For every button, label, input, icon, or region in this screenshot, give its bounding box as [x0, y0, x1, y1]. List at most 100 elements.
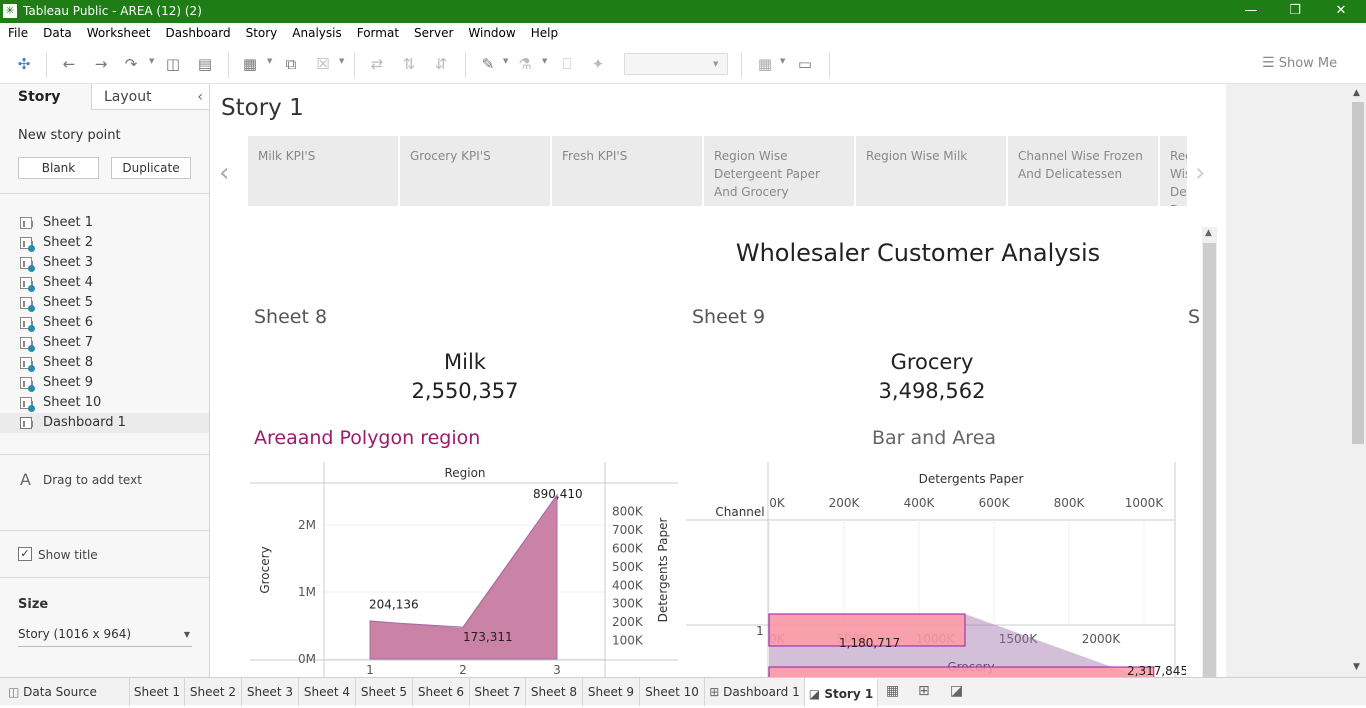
- duplicate-button[interactable]: Duplicate: [111, 157, 191, 179]
- scroll-thumb[interactable]: [1203, 243, 1216, 677]
- tab-sheet-5[interactable]: Sheet 5: [356, 678, 413, 706]
- bar-mark[interactable]: [768, 666, 1155, 677]
- sort-ascending-icon[interactable]: ⇅: [398, 54, 420, 74]
- tab-sheet-4[interactable]: Sheet 4: [299, 678, 356, 706]
- menu-worksheet[interactable]: Worksheet: [79, 23, 158, 40]
- new-data-source-icon[interactable]: ▤: [194, 54, 216, 74]
- next-story-point-icon[interactable]: ›: [1195, 158, 1205, 188]
- new-worksheet-dropdown-icon[interactable]: ▼: [267, 57, 272, 65]
- undo-icon[interactable]: ←: [58, 54, 80, 74]
- dashboard-scrollbar[interactable]: ▲: [1202, 227, 1217, 677]
- sheet-item-label: Sheet 10: [43, 395, 102, 410]
- story-point-5[interactable]: Region Wise Milk: [856, 136, 1006, 206]
- story-point-3[interactable]: Fresh KPI'S: [552, 136, 702, 206]
- size-dropdown[interactable]: Story (1016 x 964) ▼: [18, 627, 192, 647]
- tab-sheet-2[interactable]: Sheet 2: [185, 678, 242, 706]
- sheet-item-4[interactable]: Sheet 4: [0, 273, 209, 293]
- duplicate-sheet-icon[interactable]: ⧉: [280, 54, 302, 74]
- show-cards-dropdown-icon[interactable]: ▼: [780, 57, 785, 65]
- sheet-item-9[interactable]: Sheet 9: [0, 373, 209, 393]
- replay-dropdown-icon[interactable]: ▼: [149, 57, 154, 65]
- fit-dropdown[interactable]: ▼: [624, 53, 728, 75]
- presentation-mode-icon[interactable]: ▭: [794, 54, 816, 74]
- highlight-dropdown-icon[interactable]: ▼: [503, 57, 508, 65]
- labels-icon[interactable]: ⎕: [556, 54, 578, 74]
- tab-sheet-6[interactable]: Sheet 6: [413, 678, 470, 706]
- sheet-item-8[interactable]: Sheet 8: [0, 353, 209, 373]
- collapse-panel-icon[interactable]: ‹: [197, 84, 203, 110]
- sheet-item-10[interactable]: Sheet 10: [0, 393, 209, 413]
- menu-format[interactable]: Format: [349, 23, 406, 40]
- tab-data-source[interactable]: ◫ Data Source: [0, 678, 130, 706]
- sheet-item-1[interactable]: Sheet 1: [0, 213, 209, 233]
- redo-icon[interactable]: →: [90, 54, 112, 74]
- new-worksheet-tab-icon[interactable]: ▦: [886, 683, 899, 699]
- scroll-down-icon[interactable]: ▼: [1353, 662, 1360, 672]
- blank-button[interactable]: Blank: [18, 157, 99, 179]
- clear-sheet-icon[interactable]: ☒: [312, 54, 334, 74]
- sheet-item-label: Sheet 5: [43, 295, 93, 310]
- restore-icon[interactable]: ❐: [1272, 0, 1318, 23]
- tab-layout[interactable]: Layout ‹: [92, 84, 209, 110]
- sheet-item-3[interactable]: Sheet 3: [0, 253, 209, 273]
- scroll-thumb[interactable]: [1352, 102, 1364, 444]
- sort-descending-icon[interactable]: ⇵: [430, 54, 452, 74]
- story-icon: ◪: [808, 687, 821, 701]
- sheet-item-5[interactable]: Sheet 5: [0, 293, 209, 313]
- new-story-tab-icon[interactable]: ◪: [950, 683, 963, 699]
- new-dashboard-tab-icon[interactable]: ⊞: [918, 683, 930, 699]
- story-point-1[interactable]: Milk KPI'S: [248, 136, 398, 206]
- tab-sheet-1[interactable]: Sheet 1: [130, 678, 185, 706]
- close-icon[interactable]: ✕: [1318, 0, 1364, 23]
- story-point-4[interactable]: Region Wise Detergeent Paper And Grocery: [704, 136, 854, 206]
- tab-sheet-9[interactable]: Sheet 9: [583, 678, 640, 706]
- replay-icon[interactable]: ↷: [120, 54, 142, 74]
- menu-data[interactable]: Data: [35, 23, 79, 40]
- vertical-scrollbar[interactable]: ▲ ▼: [1350, 84, 1366, 677]
- swap-icon[interactable]: ⇄: [366, 54, 388, 74]
- menu-help[interactable]: Help: [523, 23, 565, 40]
- tab-story[interactable]: Story: [0, 84, 92, 110]
- show-title-checkbox[interactable]: ✓: [18, 547, 32, 561]
- menu-server[interactable]: Server: [406, 23, 460, 40]
- tab-dashboard-1[interactable]: ⊞ Dashboard 1: [705, 678, 805, 706]
- area-chart: Region Grocery Detergents Paper 0M 1M 2M 10…: [250, 462, 678, 677]
- group-dropdown-icon[interactable]: ▼: [542, 57, 547, 65]
- tab-story-1[interactable]: ◪ Story 1: [805, 678, 878, 706]
- drag-to-add-text[interactable]: Drag to add text: [43, 473, 142, 487]
- window-title: Tableau Public - AREA (12) (2): [23, 4, 202, 18]
- tab-sheet-10[interactable]: Sheet 10: [640, 678, 705, 706]
- tab-sheet-8[interactable]: Sheet 8: [526, 678, 583, 706]
- tableau-home-icon[interactable]: ✣: [13, 54, 35, 74]
- menu-analysis[interactable]: Analysis: [284, 23, 348, 40]
- sheet-item-7[interactable]: Sheet 7: [0, 333, 209, 353]
- menu-window[interactable]: Window: [460, 23, 522, 40]
- story-point-2[interactable]: Grocery KPI'S: [400, 136, 550, 206]
- show-me-button[interactable]: ☰ Show Me: [1262, 55, 1337, 71]
- clear-dropdown-icon[interactable]: ▼: [339, 57, 344, 65]
- sheet-item-6[interactable]: Sheet 6: [0, 313, 209, 333]
- tab-sheet-7[interactable]: Sheet 7: [470, 678, 526, 706]
- minimize-icon[interactable]: —: [1228, 0, 1274, 23]
- scroll-up-icon[interactable]: ▲: [1205, 228, 1212, 238]
- scroll-up-icon[interactable]: ▲: [1353, 88, 1360, 98]
- group-icon[interactable]: ⚗: [514, 54, 536, 74]
- menu-dashboard[interactable]: Dashboard: [157, 23, 237, 40]
- story-point-7[interactable]: Region Wise Deli Dete: [1160, 136, 1187, 206]
- area-chart-title: Areaand Polygon region: [254, 427, 481, 449]
- menu-file[interactable]: File: [0, 23, 35, 40]
- story-side-panel: Story Layout ‹ New story point Blank Dup…: [0, 84, 210, 677]
- sheet-item-2[interactable]: Sheet 2: [0, 233, 209, 253]
- previous-story-point-icon[interactable]: ‹: [219, 158, 229, 188]
- pin-icon[interactable]: ✦: [587, 54, 609, 74]
- sheet-item-dashboard-1[interactable]: Dashboard 1: [0, 413, 209, 433]
- used-check-icon: [28, 265, 35, 272]
- highlight-icon[interactable]: ✎: [477, 54, 499, 74]
- save-icon[interactable]: ◫: [162, 54, 184, 74]
- show-cards-icon[interactable]: ▦: [754, 54, 776, 74]
- tab-sheet-3[interactable]: Sheet 3: [242, 678, 299, 706]
- story-point-6[interactable]: Channel Wise Frozen And Delicatessen: [1008, 136, 1158, 206]
- menu-story[interactable]: Story: [238, 23, 285, 40]
- new-worksheet-icon[interactable]: ▦: [239, 54, 261, 74]
- top-tick-label: 200K: [829, 496, 861, 510]
